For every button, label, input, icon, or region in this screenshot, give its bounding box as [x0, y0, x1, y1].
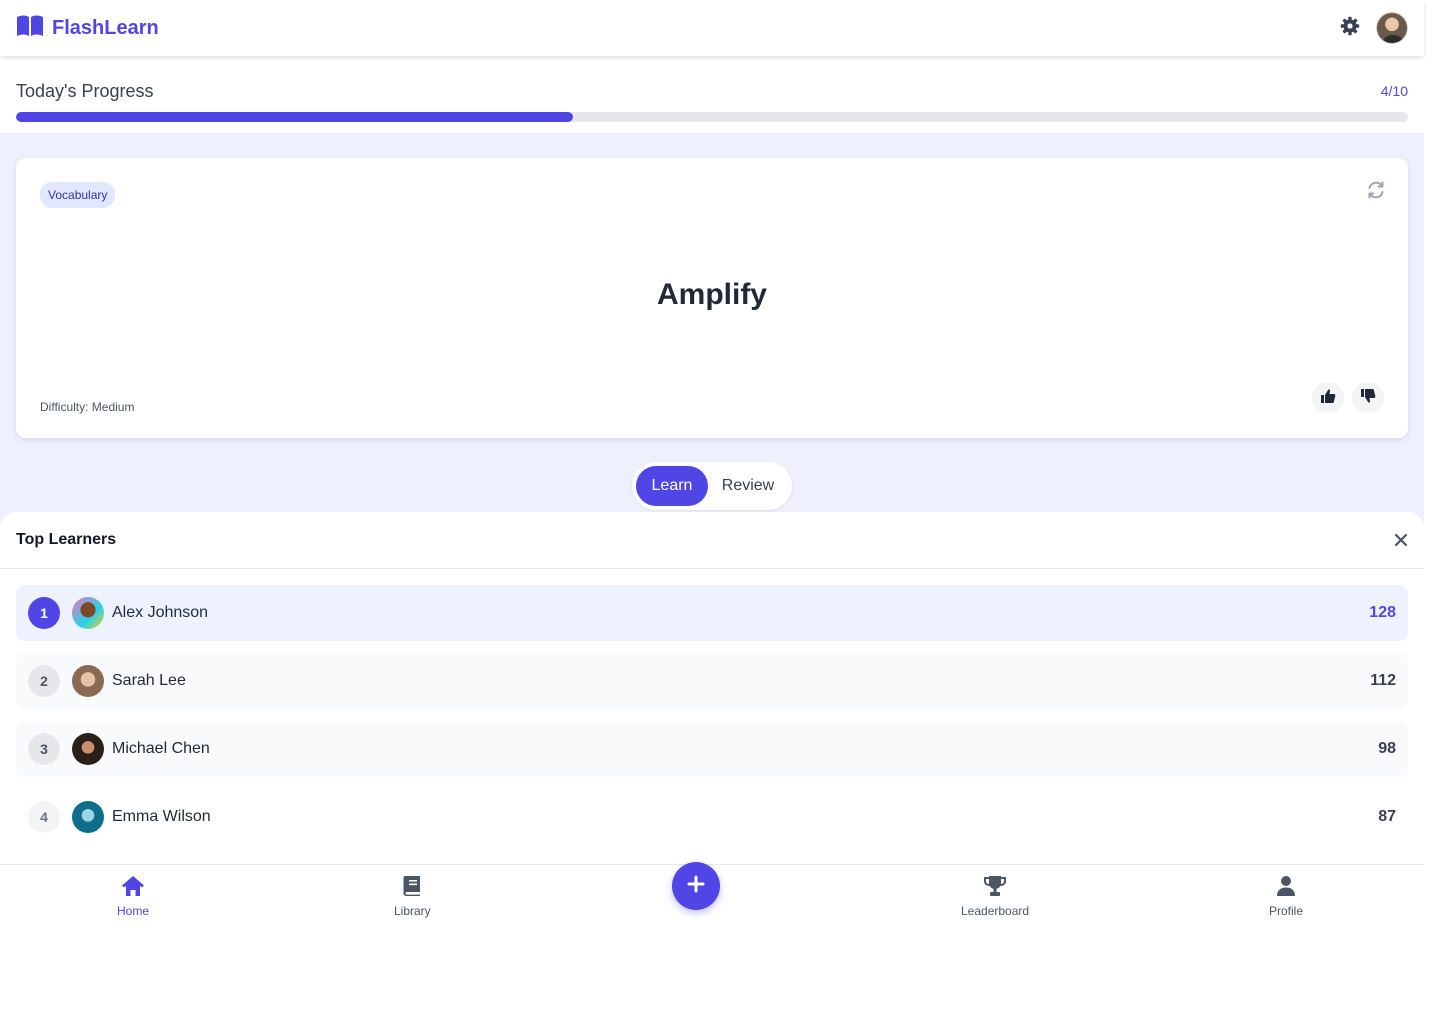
progress-bar	[16, 112, 1408, 122]
learner-score: 87	[1378, 808, 1396, 825]
learner-score: 128	[1369, 604, 1396, 621]
progress-count: 4/10	[1380, 83, 1408, 99]
leaderboard-row[interactable]: 1 Alex Johnson 128	[16, 585, 1408, 641]
nav-item-library[interactable]: Library	[394, 875, 431, 918]
leaderboard-row[interactable]: 3 Michael Chen 98	[16, 721, 1408, 777]
leaderboard-row[interactable]: 2 Sarah Lee 112	[16, 653, 1408, 709]
progress-header: Today's Progress 4/10	[16, 80, 1408, 102]
learner-name: Emma Wilson	[112, 808, 211, 825]
progress-bar-fill	[16, 112, 573, 122]
bottom-navigation: Home Library Leaderboard Profile	[0, 862, 1424, 928]
study-area: Vocabulary Amplify Difficulty: Medium Le…	[0, 134, 1424, 534]
close-icon[interactable]	[1394, 529, 1408, 551]
review-mode-button[interactable]: Review	[708, 466, 788, 506]
app-root: FlashLearn Today's Progress 4/10 Vocabul…	[0, 0, 1424, 1024]
nav-item-home[interactable]: Home	[117, 875, 149, 918]
category-tag: Vocabulary	[40, 182, 116, 208]
thumbs-down-icon	[1360, 388, 1376, 409]
leaderboard-panel: Top Learners 1 Alex Johnson 128 2 Sarah …	[0, 512, 1424, 864]
nav-item-leaderboard[interactable]: Leaderboard	[961, 875, 1029, 918]
app-title: FlashLearn	[52, 16, 159, 39]
nav-item-profile[interactable]: Profile	[1269, 875, 1303, 918]
thumbs-up-icon	[1320, 388, 1336, 409]
progress-section: Today's Progress 4/10	[0, 56, 1424, 134]
mode-toggle: Learn Review	[632, 462, 792, 510]
rank-badge: 3	[28, 733, 60, 765]
flashcard-word: Amplify	[656, 278, 767, 311]
nav-label-home: Home	[117, 904, 150, 918]
learner-name: Alex Johnson	[112, 604, 209, 621]
user-icon	[1276, 875, 1296, 900]
nav-label-library: Library	[394, 904, 431, 918]
learner-name: Sarah Lee	[112, 672, 186, 689]
leaderboard-row[interactable]: 4 Emma Wilson 87	[16, 789, 1408, 845]
vote-buttons	[1312, 382, 1384, 414]
nav-label-leaderboard: Leaderboard	[961, 904, 1030, 918]
leaderboard-header: Top Learners	[0, 512, 1424, 569]
rank-badge: 2	[28, 665, 60, 697]
nav-label-profile: Profile	[1269, 904, 1304, 918]
avatar	[72, 733, 104, 765]
dislike-button[interactable]	[1352, 382, 1384, 414]
learner-score: 98	[1378, 740, 1396, 757]
book-open-icon	[16, 14, 44, 43]
top-bar: FlashLearn	[0, 0, 1424, 56]
flashcard[interactable]: Vocabulary Amplify Difficulty: Medium	[16, 158, 1408, 438]
leaderboard-title: Top Learners	[16, 531, 117, 548]
learner-name: Michael Chen	[112, 740, 210, 757]
avatar	[72, 665, 104, 697]
progress-title: Today's Progress	[16, 80, 154, 101]
brand[interactable]: FlashLearn	[16, 14, 159, 43]
home-icon	[121, 875, 145, 900]
book-icon	[402, 875, 422, 900]
avatar	[72, 801, 104, 833]
user-avatar[interactable]	[1376, 12, 1408, 44]
refresh-icon[interactable]	[1366, 180, 1386, 205]
like-button[interactable]	[1312, 382, 1344, 414]
trophy-icon	[983, 875, 1007, 900]
learner-score: 112	[1370, 672, 1396, 689]
leaderboard-list: 1 Alex Johnson 128 2 Sarah Lee 112 3 Mic…	[0, 569, 1424, 845]
plus-icon	[687, 875, 705, 898]
add-card-button[interactable]	[672, 862, 720, 910]
avatar	[72, 597, 104, 629]
header-actions	[1340, 12, 1408, 44]
difficulty-label: Difficulty: Medium	[40, 400, 135, 414]
learn-mode-button[interactable]: Learn	[636, 466, 708, 506]
rank-badge: 1	[28, 597, 60, 629]
rank-badge: 4	[28, 801, 60, 833]
gear-icon[interactable]	[1340, 16, 1360, 41]
